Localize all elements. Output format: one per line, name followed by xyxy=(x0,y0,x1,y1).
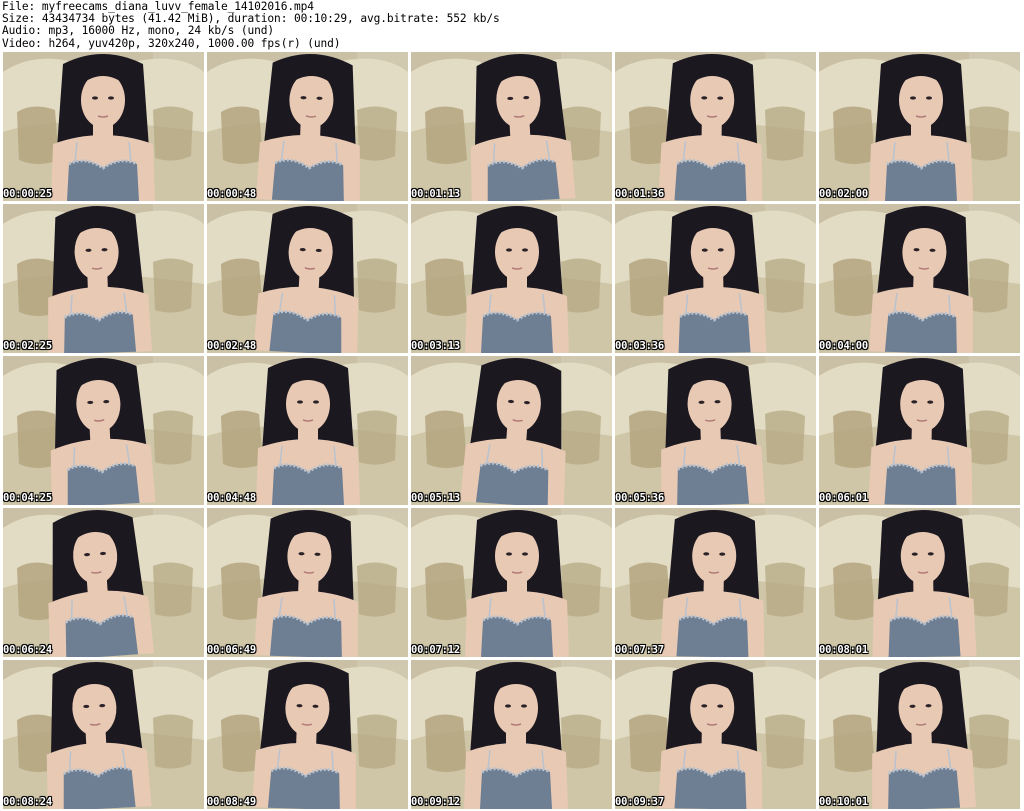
timestamp-label: 00:03:13 xyxy=(411,340,460,352)
frame-image xyxy=(615,52,816,201)
frame-image xyxy=(3,204,204,353)
timestamp-label: 00:03:36 xyxy=(615,340,664,352)
timestamp-label: 00:06:24 xyxy=(3,644,52,656)
thumbnail-frame: 00:02:48 xyxy=(207,204,408,353)
timestamp-label: 00:05:13 xyxy=(411,492,460,504)
timestamp-label: 00:06:01 xyxy=(819,492,868,504)
frame-image xyxy=(207,52,408,201)
audio-info-line: Audio: mp3, 16000 Hz, mono, 24 kb/s (und… xyxy=(2,24,275,38)
thumbnail-frame: 00:00:48 xyxy=(207,52,408,201)
frame-image xyxy=(207,356,408,505)
thumbnail-frame: 00:06:24 xyxy=(3,508,204,657)
frame-image xyxy=(819,508,1020,657)
frame-image xyxy=(411,660,612,809)
timestamp-label: 00:09:12 xyxy=(411,796,460,808)
timestamp-label: 00:10:01 xyxy=(819,796,868,808)
timestamp-label: 00:01:13 xyxy=(411,188,460,200)
thumbnail-frame: 00:02:25 xyxy=(3,204,204,353)
thumbnail-frame: 00:01:36 xyxy=(615,52,816,201)
frame-image xyxy=(615,508,816,657)
timestamp-label: 00:06:49 xyxy=(207,644,256,656)
thumbnail-frame: 00:04:00 xyxy=(819,204,1020,353)
frame-image xyxy=(411,508,612,657)
timestamp-label: 00:02:00 xyxy=(819,188,868,200)
frame-image xyxy=(3,508,204,657)
thumbnail-frame: 00:03:36 xyxy=(615,204,816,353)
frame-image xyxy=(411,356,612,505)
file-info-header: File: myfreecams_diana_luvv_female_14102… xyxy=(0,0,1024,50)
frame-image xyxy=(615,204,816,353)
thumbnail-frame: 00:03:13 xyxy=(411,204,612,353)
thumbnail-frame: 00:04:25 xyxy=(3,356,204,505)
frame-image xyxy=(411,204,612,353)
frame-image xyxy=(819,660,1020,809)
video-info-line: Video: h264, yuv420p, 320x240, 1000.00 f… xyxy=(2,36,341,50)
timestamp-label: 00:07:37 xyxy=(615,644,664,656)
thumbnail-frame: 00:09:12 xyxy=(411,660,612,809)
timestamp-label: 00:04:48 xyxy=(207,492,256,504)
frame-image xyxy=(819,204,1020,353)
thumbnail-frame: 00:04:48 xyxy=(207,356,408,505)
timestamp-label: 00:08:49 xyxy=(207,796,256,808)
timestamp-label: 00:00:48 xyxy=(207,188,256,200)
thumbnail-frame: 00:08:49 xyxy=(207,660,408,809)
thumbnail-frame: 00:07:37 xyxy=(615,508,816,657)
timestamp-label: 00:09:37 xyxy=(615,796,664,808)
frame-image xyxy=(207,508,408,657)
timestamp-label: 00:04:25 xyxy=(3,492,52,504)
frame-image xyxy=(207,204,408,353)
frame-image xyxy=(615,356,816,505)
thumbnail-frame: 00:00:25 xyxy=(3,52,204,201)
frame-image xyxy=(411,52,612,201)
timestamp-label: 00:08:01 xyxy=(819,644,868,656)
thumbnail-frame: 00:10:01 xyxy=(819,660,1020,809)
timestamp-label: 00:00:25 xyxy=(3,188,52,200)
thumbnail-frame: 00:09:37 xyxy=(615,660,816,809)
timestamp-label: 00:08:24 xyxy=(3,796,52,808)
timestamp-label: 00:02:48 xyxy=(207,340,256,352)
thumbnail-frame: 00:05:13 xyxy=(411,356,612,505)
thumbnail-frame: 00:05:36 xyxy=(615,356,816,505)
thumbnail-frame: 00:06:49 xyxy=(207,508,408,657)
frame-image xyxy=(615,660,816,809)
thumbnail-frame: 00:01:13 xyxy=(411,52,612,201)
timestamp-label: 00:05:36 xyxy=(615,492,664,504)
thumbnail-frame: 00:08:24 xyxy=(3,660,204,809)
thumbnail-grid: 00:00:25 00:00:48 00:01:13 00:01:36 00:0… xyxy=(3,52,1020,809)
thumbnail-frame: 00:07:12 xyxy=(411,508,612,657)
frame-image xyxy=(819,52,1020,201)
frame-image xyxy=(3,52,204,201)
frame-image xyxy=(3,660,204,809)
frame-image xyxy=(3,356,204,505)
thumbnail-frame: 00:06:01 xyxy=(819,356,1020,505)
timestamp-label: 00:01:36 xyxy=(615,188,664,200)
frame-image xyxy=(819,356,1020,505)
thumbnail-frame: 00:08:01 xyxy=(819,508,1020,657)
timestamp-label: 00:07:12 xyxy=(411,644,460,656)
thumbnail-frame: 00:02:00 xyxy=(819,52,1020,201)
frame-image xyxy=(207,660,408,809)
timestamp-label: 00:04:00 xyxy=(819,340,868,352)
timestamp-label: 00:02:25 xyxy=(3,340,52,352)
